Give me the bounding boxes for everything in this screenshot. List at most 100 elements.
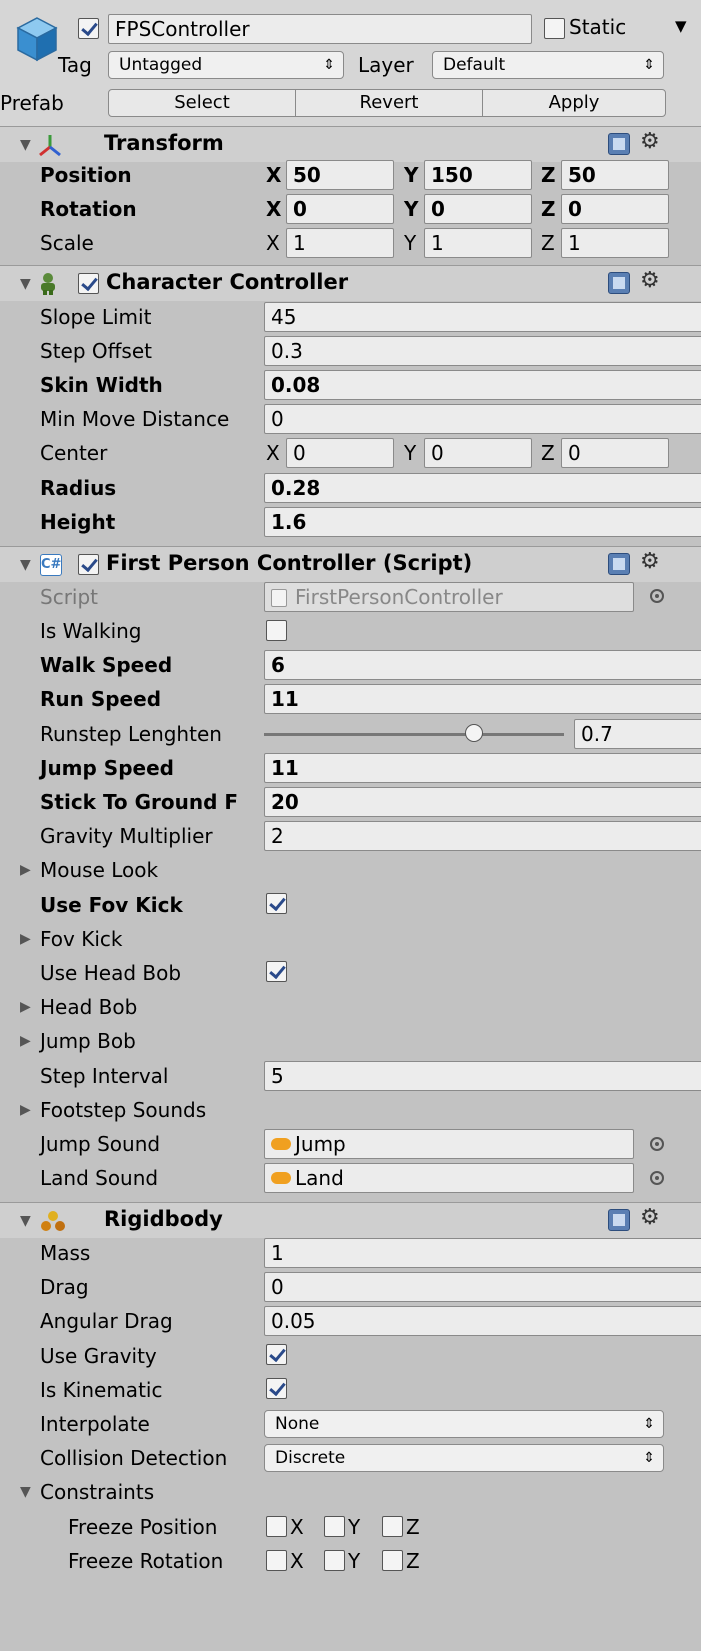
walk-speed-field[interactable]: 6 [264,650,701,680]
gear-icon[interactable]: ⚙ [640,549,660,574]
radius-field[interactable]: 0.28 [264,473,701,503]
jump-speed-field[interactable]: 11 [264,753,701,783]
rotation-label: Rotation [40,197,137,221]
foldout-arrow-icon[interactable]: ▼ [20,137,31,153]
step-interval-label: Step Interval [40,1064,169,1088]
foldout-arrow-icon[interactable]: ▼ [20,1484,31,1500]
rigidbody-header[interactable]: ▼ Rigidbody ⚙ [0,1202,701,1238]
enabled-checkbox[interactable] [78,554,99,575]
head-bob-foldout[interactable]: Head Bob [40,995,137,1019]
gear-icon[interactable]: ⚙ [640,1205,660,1230]
position-z-field[interactable]: 50 [561,160,669,190]
scale-z-field[interactable]: 1 [561,228,669,258]
freeze-position-z-checkbox[interactable] [382,1516,403,1537]
static-dropdown-icon[interactable]: ▼ [675,17,687,35]
stick-to-ground-label: Stick To Ground F [40,790,239,814]
rotation-x-field[interactable]: 0 [286,194,394,224]
freeze-rotation-x-checkbox[interactable] [266,1550,287,1571]
help-book-icon[interactable] [608,133,630,155]
help-book-icon[interactable] [608,553,630,575]
layer-dropdown[interactable]: Default ⇕ [432,51,664,79]
center-x-field[interactable]: 0 [286,438,394,468]
foldout-arrow-icon[interactable]: ▶ [20,999,31,1015]
foldout-arrow-icon[interactable]: ▼ [20,557,31,573]
help-book-icon[interactable] [608,272,630,294]
step-interval-field[interactable]: 5 [264,1061,701,1091]
footstep-sounds-foldout[interactable]: Footstep Sounds [40,1098,206,1122]
rigidbody-icon [41,1211,65,1231]
gravity-multiplier-field[interactable]: 2 [264,821,701,851]
fov-kick-foldout[interactable]: Fov Kick [40,927,122,951]
freeze-rotation-label: Freeze Rotation [68,1549,224,1573]
constraints-foldout[interactable]: Constraints [40,1480,154,1504]
axis-z-label: Z [541,231,555,255]
runstep-value-field[interactable]: 0.7 [574,719,701,749]
land-sound-field[interactable]: Land [264,1163,634,1193]
min-move-distance-field[interactable]: 0 [264,404,701,434]
gear-icon[interactable]: ⚙ [640,268,660,293]
foldout-arrow-icon[interactable]: ▶ [20,862,31,878]
fps-script-header[interactable]: ▼ C# First Person Controller (Script) ⚙ [0,546,701,582]
object-picker-icon[interactable] [650,1171,664,1185]
position-x-field[interactable]: 50 [286,160,394,190]
prefab-revert-button[interactable]: Revert [295,89,483,117]
slope-limit-field[interactable]: 45 [264,302,701,332]
use-gravity-checkbox[interactable] [266,1344,287,1365]
jump-speed-label: Jump Speed [40,756,174,780]
foldout-arrow-icon[interactable]: ▼ [20,276,31,292]
jump-sound-field[interactable]: Jump [264,1129,634,1159]
use-head-bob-checkbox[interactable] [266,961,287,982]
freeze-position-y-checkbox[interactable] [324,1516,345,1537]
scale-y-field[interactable]: 1 [424,228,532,258]
prefab-apply-button[interactable]: Apply [482,89,666,117]
axis-z-label: Z [541,441,555,465]
use-fov-kick-checkbox[interactable] [266,893,287,914]
freeze-rotation-y-checkbox[interactable] [324,1550,345,1571]
rotation-y-field[interactable]: 0 [424,194,532,224]
stick-to-ground-field[interactable]: 20 [264,787,701,817]
scale-x-field[interactable]: 1 [286,228,394,258]
updown-arrows-icon: ⇕ [323,57,335,73]
skin-width-field[interactable]: 0.08 [264,370,701,400]
enabled-checkbox[interactable] [78,273,99,294]
name-field[interactable]: FPSController [108,14,532,44]
character-controller-icon [41,273,55,295]
foldout-arrow-icon[interactable]: ▼ [20,1213,31,1229]
tag-label: Tag [58,53,92,77]
help-book-icon[interactable] [608,1209,630,1231]
center-z-field[interactable]: 0 [561,438,669,468]
run-speed-field[interactable]: 11 [264,684,701,714]
interpolate-dropdown[interactable]: None ⇕ [264,1410,664,1438]
freeze-position-x-checkbox[interactable] [266,1516,287,1537]
mouse-look-foldout[interactable]: Mouse Look [40,858,158,882]
collision-detection-dropdown[interactable]: Discrete ⇕ [264,1444,664,1472]
mass-field[interactable]: 1 [264,1238,701,1268]
freeze-rotation-z-checkbox[interactable] [382,1550,403,1571]
runstep-slider-knob[interactable] [465,724,483,742]
character-controller-header[interactable]: ▼ Character Controller ⚙ [0,265,701,301]
object-picker-icon[interactable] [650,1137,664,1151]
is-walking-checkbox[interactable] [266,620,287,641]
runstep-slider-track[interactable] [264,733,564,736]
axis-y-label: Y [348,1515,361,1539]
position-y-field[interactable]: 150 [424,160,532,190]
transform-header[interactable]: ▼ Transform ⚙ [0,126,701,162]
angular-drag-field[interactable]: 0.05 [264,1306,701,1336]
step-offset-field[interactable]: 0.3 [264,336,701,366]
script-file-icon [271,589,287,607]
foldout-arrow-icon[interactable]: ▶ [20,931,31,947]
rotation-z-field[interactable]: 0 [561,194,669,224]
foldout-arrow-icon[interactable]: ▶ [20,1033,31,1049]
foldout-arrow-icon[interactable]: ▶ [20,1102,31,1118]
tag-dropdown[interactable]: Untagged ⇕ [108,51,344,79]
is-kinematic-checkbox[interactable] [266,1378,287,1399]
active-checkbox[interactable] [78,18,99,39]
static-checkbox[interactable] [544,18,565,39]
prefab-select-button[interactable]: Select [108,89,296,117]
jump-bob-foldout[interactable]: Jump Bob [40,1029,136,1053]
height-field[interactable]: 1.6 [264,507,701,537]
object-picker-icon[interactable] [650,589,664,603]
gear-icon[interactable]: ⚙ [640,129,660,154]
center-y-field[interactable]: 0 [424,438,532,468]
drag-field[interactable]: 0 [264,1272,701,1302]
